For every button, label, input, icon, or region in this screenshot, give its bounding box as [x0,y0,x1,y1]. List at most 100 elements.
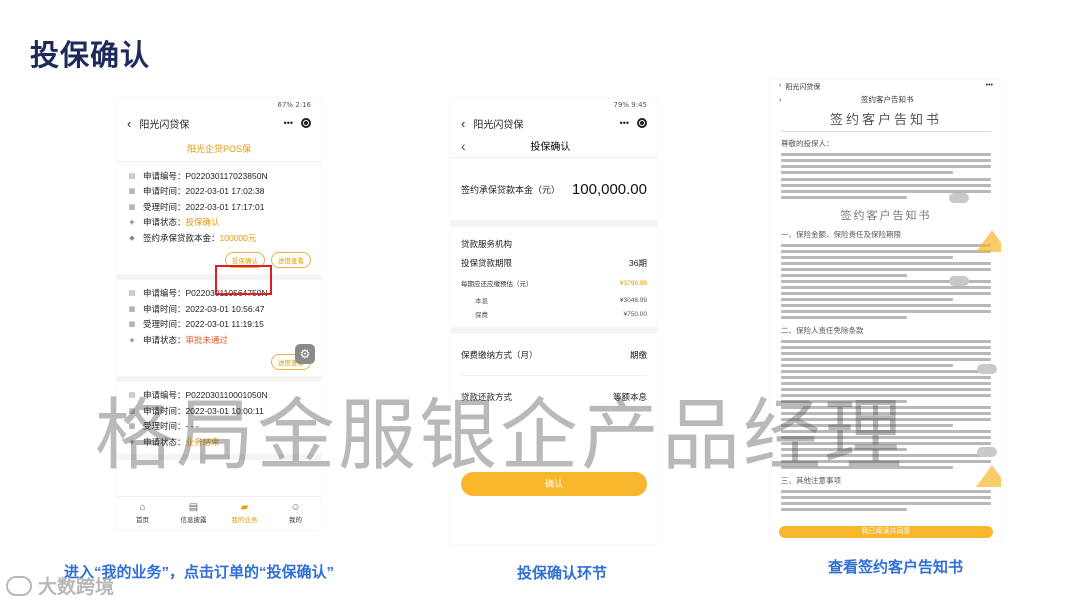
order-row: ▦ 申请时间： 2022-03-01 10:00:11 [127,403,311,419]
order-field-value: P022030110001050N [185,390,268,401]
doc-icon: ▤ [128,290,136,298]
monthly-value: ¥3798.99 [619,279,647,287]
page-header: ‹ 签约客户告知书 [771,92,1001,106]
order-row: ▦ 受理时间： 2022-03-01 17:17:01 [127,199,311,215]
premium-label: 保费 [475,312,488,319]
order-field-value: 2022-03-01 10:56:47 [185,303,265,314]
doc-icon: ▤ [128,392,136,400]
order-actions: 进度查看 [127,348,311,372]
repay-value[interactable]: 等额本息 [613,391,647,403]
mini-program-capsule[interactable]: ••• [620,118,647,128]
calendar-icon: ▦ [128,188,136,196]
order-field-value: 投保确认 [185,217,220,228]
highlight-box [215,265,272,295]
order-field-value: - - - [185,421,199,432]
confirm-button[interactable]: 确认 [461,472,647,496]
eye-icon [949,276,969,286]
pay-method-value[interactable]: 期缴 [630,349,647,361]
tab-label: 信息披露 [180,517,207,524]
scroll-up-arrow-icon [976,230,1001,252]
section-heading-1: 一、保险金额、保险责任及保险期限 [781,230,901,239]
monthly-label: 每期应还应缴预估（元） [461,281,533,288]
status-text: 79% 9:45 [613,101,647,109]
user-icon: ☺ [290,502,301,513]
salutation: 尊敬的投保人： [781,139,834,148]
close-capsule-icon[interactable] [301,118,311,128]
caption-step3: 查看签约客户告知书 [828,559,964,576]
logo: 大数跨境 [6,572,114,599]
order-field-value: 2022-03-01 17:17:01 [185,201,265,212]
status-text: 67% 2:16 [277,101,311,109]
caption-step2: 投保确认环节 [517,565,608,582]
notice-paragraph [781,153,991,174]
eye-icon [977,364,997,374]
notice-paragraph [781,340,991,469]
more-icon[interactable]: ••• [620,118,629,128]
product-tab[interactable]: 阳光企贷POS保 [117,134,321,162]
phone-my-business: 67% 2:16 ‹ 阳光闪贷保 ••• 阳光企贷POS保 ▤ 申请编号： P022… [117,98,321,530]
nav-bar: ‹ 阳光闪贷保 ••• [771,80,1001,92]
order-field-label: 申请编号： [143,390,186,401]
org-label: 贷款服务机构 [461,239,513,249]
order-row: ▦ 受理时间： - - - [127,419,311,435]
order-field-label: 受理时间： [143,319,186,330]
more-icon[interactable]: ••• [986,82,993,90]
info-icon: ▤ [188,502,199,513]
section-heading-3: 三、其他注意事项 [781,476,841,485]
page-header: ‹ 投保确认 [451,134,657,158]
repay-label: 贷款还款方式 [461,392,513,402]
order-field-value: P022030117023850N [185,170,268,181]
tab-item[interactable]: ▰ 我的业务 [219,497,270,530]
status-bar: 67% 2:16 [117,98,321,112]
calendar-icon: ▦ [128,423,136,431]
close-capsule-icon[interactable] [637,118,647,128]
tab-item[interactable]: ☺ 我的 [270,497,321,530]
order-row: ▤ 申请编号： P022030117023850N [127,168,311,184]
amount-label: 签约承保贷款本金（元） [461,184,561,195]
order-field-label: 受理时间： [143,421,186,432]
tab-item[interactable]: ▤ 信息披露 [168,497,219,530]
briefcase-icon: ▰ [240,502,249,513]
logo-text: 大数跨境 [38,577,115,598]
tab-item[interactable]: ⌂ 首页 [117,497,168,530]
payment-section: 保费缴纳方式（月） 期缴 贷款还款方式 等额本息 [451,334,657,418]
calendar-icon: ▦ [128,321,136,329]
status-icon: ◈ [129,219,135,227]
order-field-value: 100000元 [219,232,257,243]
amount-value: 100,000.00 [571,180,647,198]
mini-program-capsule[interactable]: ••• [284,118,311,128]
slide-title: 投保确认 [30,40,151,72]
eye-icon [977,447,997,457]
eye-icon [949,193,969,203]
doc-icon: ▤ [128,172,136,180]
back-icon[interactable]: ‹ [461,116,465,131]
order-field-label: 申请时间： [143,405,186,416]
progress-view-button[interactable]: 进度查看 [271,251,311,268]
nav-bar: ‹ 阳光闪贷保 ••• [117,112,321,134]
slide: 投保确认 67% 2:16 ‹ 阳光闪贷保 ••• 阳光企贷POS保 ▤ 申请编号… [0,0,1080,607]
order-field-value: 2022-03-01 17:02:38 [185,186,265,197]
order-field-label: 受理时间： [143,201,186,212]
order-card[interactable]: ▤ 申请编号： P022030117023850N ▦ 申请时间： 2022-03-01 … [117,162,321,280]
tab-label: 首页 [136,517,149,524]
scroll-up-arrow-icon [976,465,1001,487]
more-icon[interactable]: ••• [284,118,293,128]
order-row: ▦ 受理时间： 2022-03-01 11:19:15 [127,317,311,333]
term-value: 36期 [629,258,647,268]
agree-button[interactable]: 我已阅读并同意 [779,526,993,538]
interest-value: ¥3048.99 [619,296,647,304]
order-row: ◈ 申请状态： 业务结束 [127,434,311,450]
order-field-label: 签约承保贷款本金： [143,232,220,243]
tab-label: 我的业务 [231,517,258,524]
order-field-label: 申请时间： [143,186,186,197]
loan-detail-section: 贷款服务机构 投保贷款期限 36期 每期应还应缴预估（元） ¥3798.99 本… [451,227,657,334]
back-icon[interactable]: ‹ [127,116,131,131]
order-row: ◈ 申请状态： 审批未通过 [127,332,311,348]
premium-value: ¥750.00 [623,310,648,318]
tab-label: 我的 [289,517,302,524]
pay-method-label: 保费缴纳方式（月） [461,349,538,360]
floating-settings-icon[interactable]: ⚙ [295,344,315,364]
page-title: 签约客户告知书 [861,94,914,104]
order-field-value: 2022-03-01 11:19:15 [185,319,264,330]
order-card[interactable]: ▤ 申请编号： P022030110001050N ▦ 申请时间： 2022-03-01 … [117,382,321,460]
